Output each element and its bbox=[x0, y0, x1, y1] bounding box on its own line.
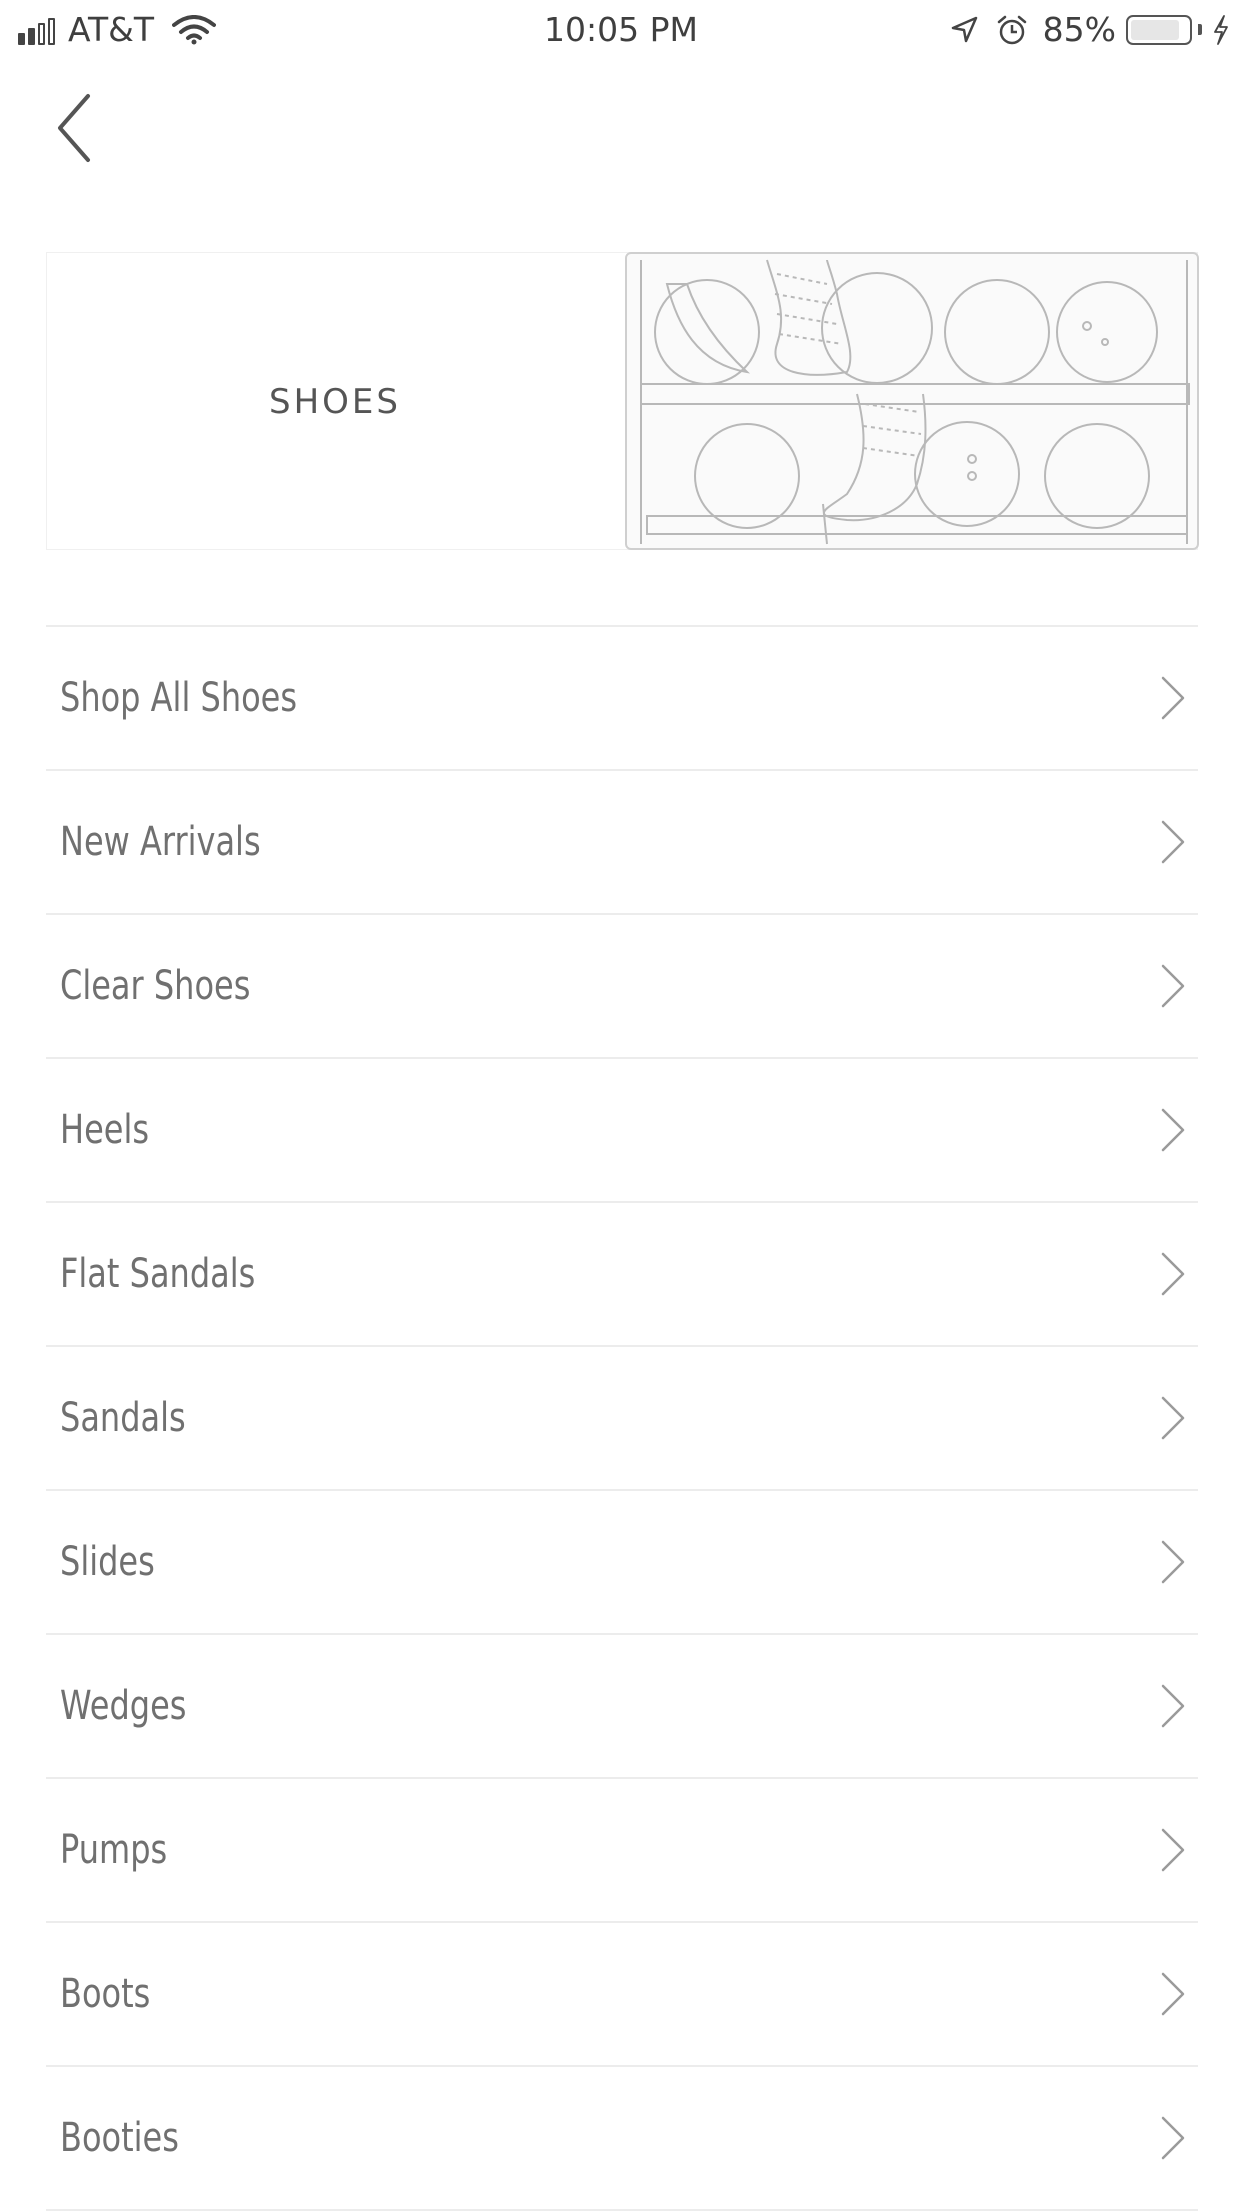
menu-item-new-arrivals[interactable]: New Arrivals bbox=[46, 771, 1198, 915]
shoe-shelf-image bbox=[625, 252, 1199, 550]
menu-item-label: Sandals bbox=[60, 1395, 186, 1441]
menu-item-wedges[interactable]: Wedges bbox=[46, 1635, 1198, 1779]
chevron-right-icon bbox=[1161, 1252, 1185, 1296]
status-bar-right: 85% bbox=[949, 10, 1230, 49]
menu-item-slides[interactable]: Slides bbox=[46, 1491, 1198, 1635]
chevron-right-icon bbox=[1161, 820, 1185, 864]
menu-item-label: Clear Shoes bbox=[60, 963, 251, 1009]
menu-item-sandals[interactable]: Sandals bbox=[46, 1347, 1198, 1491]
charging-bolt-icon bbox=[1214, 14, 1228, 45]
menu-item-heels[interactable]: Heels bbox=[46, 1059, 1198, 1203]
chevron-right-icon bbox=[1161, 2116, 1185, 2160]
battery-level-fill bbox=[1131, 19, 1179, 40]
chevron-right-icon bbox=[1161, 676, 1185, 720]
battery-cap bbox=[1198, 24, 1202, 35]
menu-item-label: Slides bbox=[60, 1539, 155, 1585]
menu-item-flat-sandals[interactable]: Flat Sandals bbox=[46, 1203, 1198, 1347]
battery-icon bbox=[1126, 14, 1192, 45]
location-arrow-icon bbox=[951, 16, 977, 42]
menu-item-pumps[interactable]: Pumps bbox=[46, 1779, 1198, 1923]
chevron-right-icon bbox=[1161, 1684, 1185, 1728]
shoe-shelf-sketch-image bbox=[640, 259, 1190, 545]
category-menu-list: Shop All Shoes New Arrivals Clear Shoes … bbox=[46, 625, 1198, 2211]
battery-percent: 85% bbox=[1042, 10, 1116, 49]
chevron-right-icon bbox=[1161, 1108, 1185, 1152]
banner-title: SHOES bbox=[269, 382, 401, 422]
alarm-clock-icon bbox=[997, 15, 1026, 44]
menu-item-booties[interactable]: Booties bbox=[46, 2067, 1198, 2211]
menu-item-clear-shoes[interactable]: Clear Shoes bbox=[46, 915, 1198, 1059]
menu-item-shop-all-shoes[interactable]: Shop All Shoes bbox=[46, 627, 1198, 771]
chevron-right-icon bbox=[1161, 1396, 1185, 1440]
menu-item-label: Boots bbox=[60, 1971, 151, 2017]
chevron-right-icon bbox=[1161, 1540, 1185, 1584]
menu-item-label: Flat Sandals bbox=[60, 1251, 256, 1297]
menu-item-label: Pumps bbox=[60, 1827, 168, 1873]
chevron-left-icon[interactable] bbox=[52, 88, 112, 168]
menu-item-label: Heels bbox=[60, 1107, 149, 1153]
menu-item-label: New Arrivals bbox=[60, 819, 261, 865]
chevron-right-icon bbox=[1161, 1972, 1185, 2016]
menu-item-label: Wedges bbox=[60, 1683, 187, 1729]
menu-item-label: Shop All Shoes bbox=[60, 675, 298, 721]
menu-item-boots[interactable]: Boots bbox=[46, 1923, 1198, 2067]
chevron-right-icon bbox=[1161, 1828, 1185, 1872]
status-bar: AT&T 10:05 PM 85% bbox=[0, 0, 1242, 62]
chevron-right-icon bbox=[1161, 964, 1185, 1008]
category-banner[interactable]: SHOES bbox=[46, 252, 1199, 550]
menu-item-label: Booties bbox=[60, 2115, 179, 2161]
